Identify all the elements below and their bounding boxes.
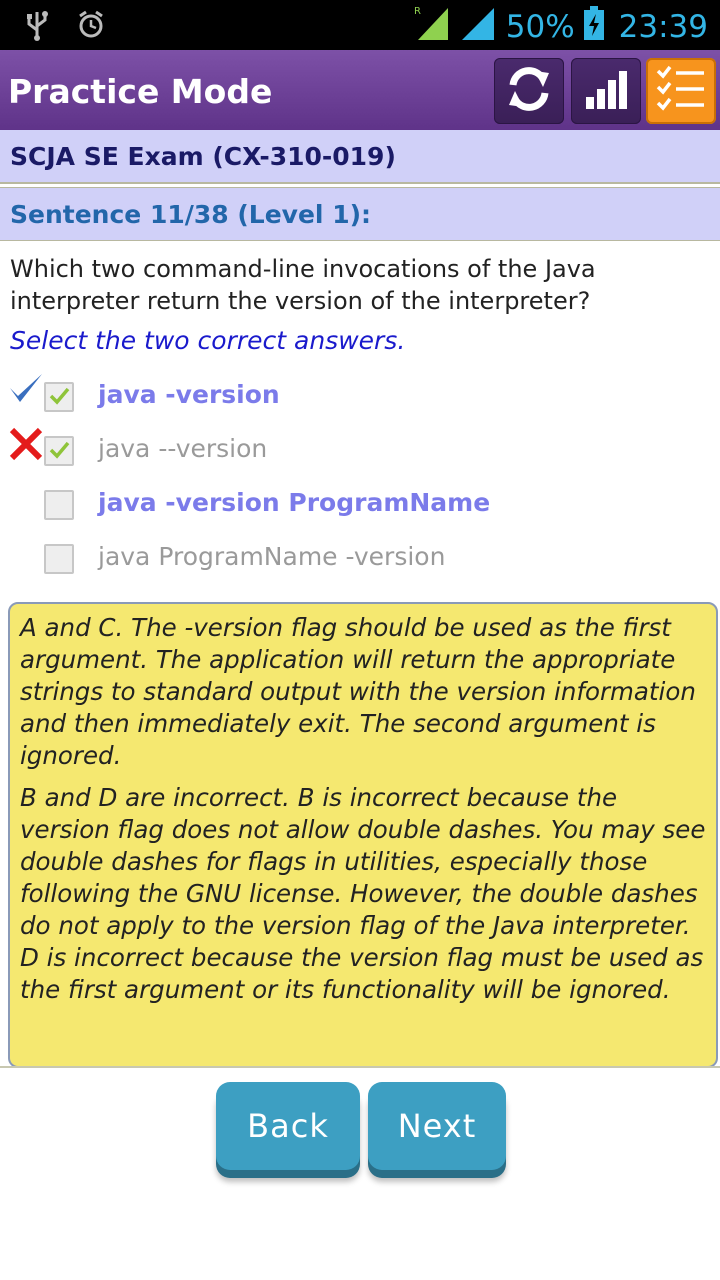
sentence-label: Sentence 11/38 (Level 1): [10,200,372,229]
option-label[interactable]: java -version [98,380,280,409]
battery-icon [583,6,605,48]
explanation-paragraph: A and C. The -version flag should be use… [20,613,696,770]
wrong-x-icon [8,426,44,466]
status-bar: R 50% 23:39 [0,0,720,50]
next-button[interactable]: Next [368,1082,506,1170]
exam-title: SCJA SE Exam (CX-310-019) [10,142,396,171]
option-label[interactable]: java -version ProgramName [98,488,490,517]
instruction-text: Select the two correct answers. [10,326,406,355]
option-checkbox[interactable] [44,436,74,466]
signal-icon: R [414,4,498,50]
alarm-icon [76,8,106,46]
back-button[interactable]: Back [216,1082,360,1170]
answer-option[interactable]: java -version [0,372,720,422]
stats-button[interactable] [571,58,641,124]
answer-option[interactable]: java ProgramName -version [0,534,720,584]
explanation-paragraph: B and D are incorrect. B is incorrect be… [20,783,706,1004]
correct-check-icon [8,372,44,412]
stats-icon [582,67,630,115]
clock: 23:39 [618,9,708,45]
explanation-box: A and C. The -version flag should be use… [8,602,718,1068]
answer-option[interactable]: java -version ProgramName [0,480,720,530]
list-button[interactable] [646,58,716,124]
refresh-button[interactable] [494,58,564,124]
refresh-icon [505,65,553,117]
option-label[interactable]: java --version [98,434,267,463]
option-label[interactable]: java ProgramName -version [98,542,445,571]
divider [0,1066,720,1068]
option-checkbox[interactable] [44,382,74,412]
app-header: Practice Mode [0,50,720,130]
option-checkbox[interactable] [44,490,74,520]
exam-title-bar: SCJA SE Exam (CX-310-019) [0,130,720,184]
battery-percent: 50% [505,9,575,45]
page-title: Practice Mode [8,72,273,111]
option-checkbox[interactable] [44,544,74,574]
svg-text:R: R [414,6,421,17]
sentence-bar: Sentence 11/38 (Level 1): [0,187,720,241]
answer-option[interactable]: java --version [0,426,720,476]
question-text: Which two command-line invocations of th… [10,255,596,315]
list-icon [654,63,708,119]
usb-icon [22,8,52,46]
